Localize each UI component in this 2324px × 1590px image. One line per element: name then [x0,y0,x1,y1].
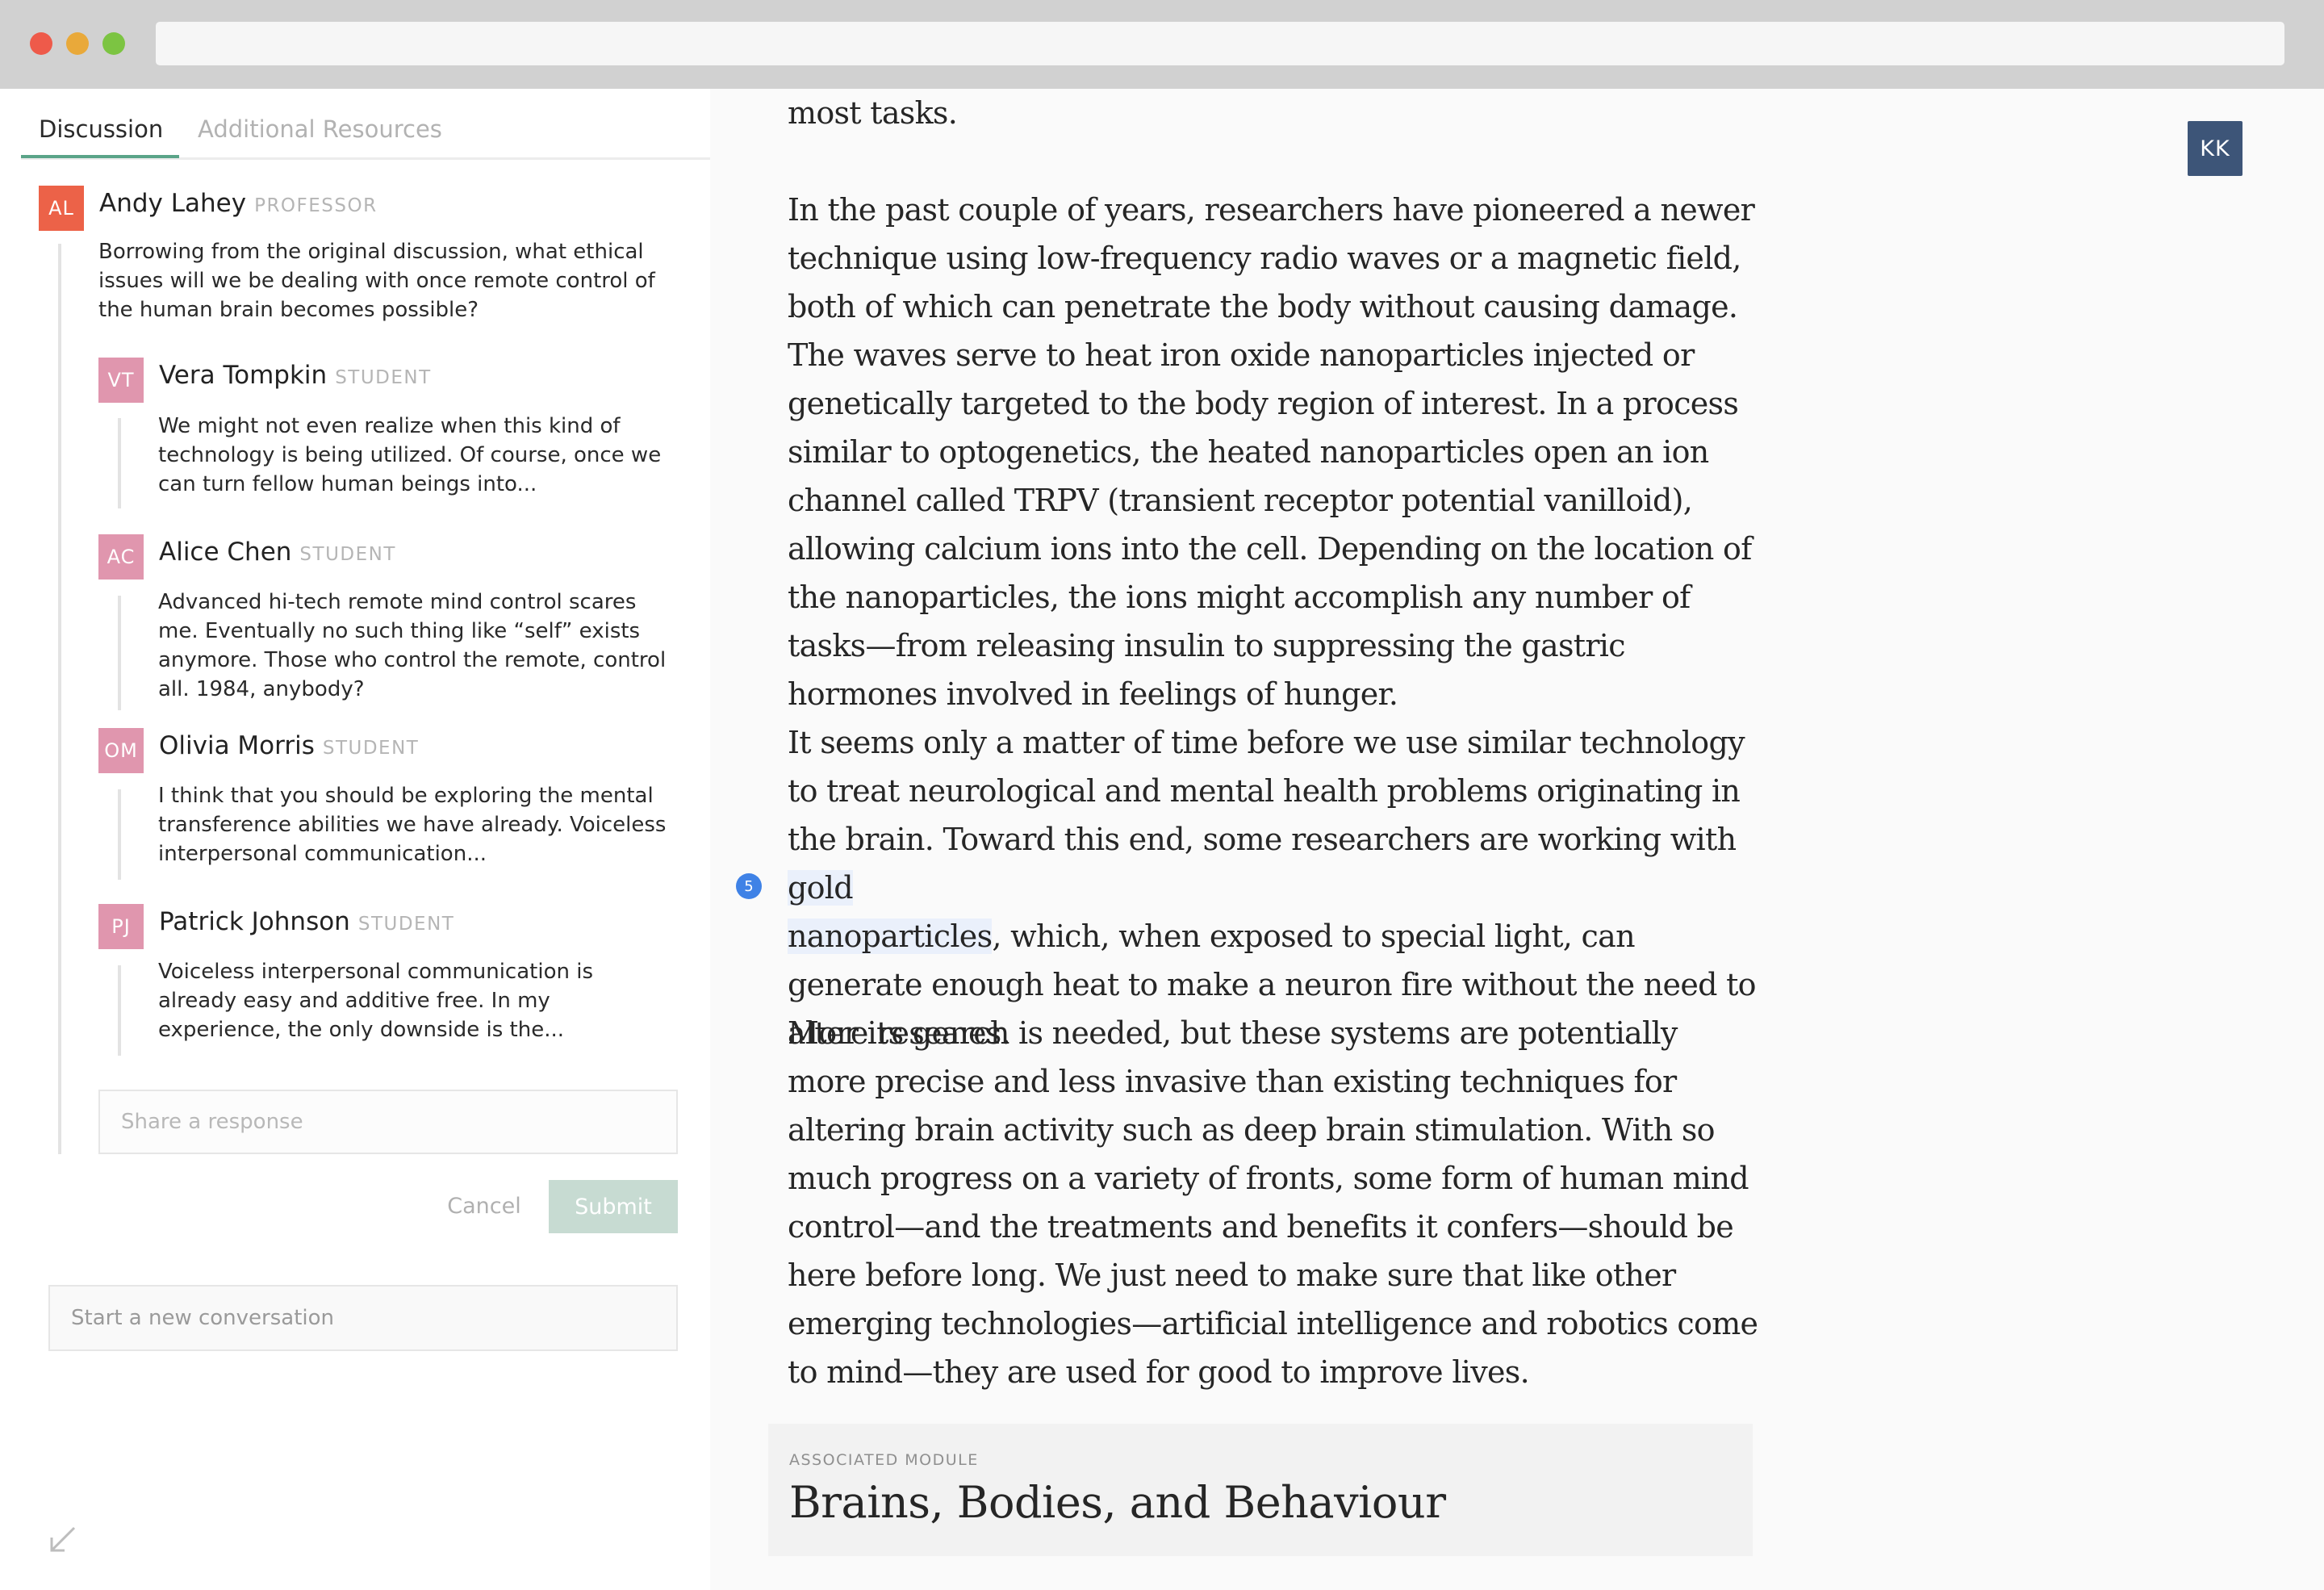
tab-additional-resources[interactable]: Additional Resources [198,113,442,145]
active-tab-indicator [21,155,179,158]
author-name: Alice Chen STUDENT [159,538,396,567]
user-avatar[interactable]: KK [2188,121,2242,176]
author-name-text: Patrick Johnson [159,907,350,936]
avatar: VT [98,358,144,403]
author-role: STUDENT [357,914,455,935]
author-name: Patrick Johnson STUDENT [159,907,454,936]
cancel-button[interactable]: Cancel [436,1180,533,1232]
reply-text: I think that you should be exploring the… [158,784,667,866]
avatar: PJ [98,904,144,949]
window-close-button[interactable] [30,32,52,55]
author-name-text: Vera Tompkin [159,361,328,390]
highlighted-text[interactable]: gold [788,870,854,906]
annotation-count-badge[interactable]: 5 [736,873,762,899]
window-minimize-button[interactable] [66,32,89,55]
tab-discussion[interactable]: Discussion [39,113,163,145]
author-name: Andy Lahey PROFESSOR [99,189,378,218]
avatar: AL [39,186,84,231]
reply-line [118,789,121,880]
author-name: Olivia Morris STUDENT [159,731,419,760]
author-name-text: Alice Chen [159,538,292,567]
author-name: Vera Tompkin STUDENT [159,361,432,390]
reply-text: We might not even realize when this kind… [158,414,662,496]
author-role: STUDENT [299,544,396,565]
collapse-arrow-icon[interactable] [45,1521,81,1557]
author-role: STUDENT [335,367,432,388]
highlighted-text[interactable]: nanoparticles [788,918,993,954]
paragraph-text: It seems only a matter of time before we… [788,725,1745,857]
submit-button[interactable]: Submit [549,1180,678,1233]
reply-text: Voiceless interpersonal communication is… [158,960,593,1042]
article-paragraph: More research is needed, but these syste… [788,1015,1758,1390]
post-text: Borrowing from the original discussion, … [98,240,655,322]
window-maximize-button[interactable] [102,32,125,55]
author-role: STUDENT [322,738,420,759]
new-conversation-input[interactable] [48,1285,678,1351]
reply-line [118,418,121,508]
article-paragraph: It seems only a matter of time before we… [788,718,1764,1057]
author-name-text: Andy Lahey [99,189,247,218]
author-name-text: Olivia Morris [159,731,315,760]
reply-line [118,596,121,710]
avatar: OM [98,728,144,773]
discussion-sidebar: Discussion Additional Resources AL Andy … [0,89,710,1590]
sidebar-tabs: Discussion Additional Resources [21,89,710,160]
address-bar[interactable] [156,22,2284,65]
article-paragraph: In the past couple of years, researchers… [788,192,1755,712]
reply-line [118,965,121,1056]
browser-chrome [0,0,2324,89]
module-label: ASSOCIATED MODULE [789,1451,979,1469]
thread-line [58,244,61,1154]
avatar: AC [98,534,144,580]
share-response-input[interactable] [98,1090,678,1154]
reply-text: Advanced hi-tech remote mind control sca… [158,590,667,701]
module-title: Brains, Bodies, and Behaviour [789,1477,1446,1528]
associated-module-card[interactable]: ASSOCIATED MODULE Brains, Bodies, and Be… [768,1424,1753,1556]
author-role: PROFESSOR [254,195,378,216]
article-paragraph: most tasks. [788,95,958,131]
